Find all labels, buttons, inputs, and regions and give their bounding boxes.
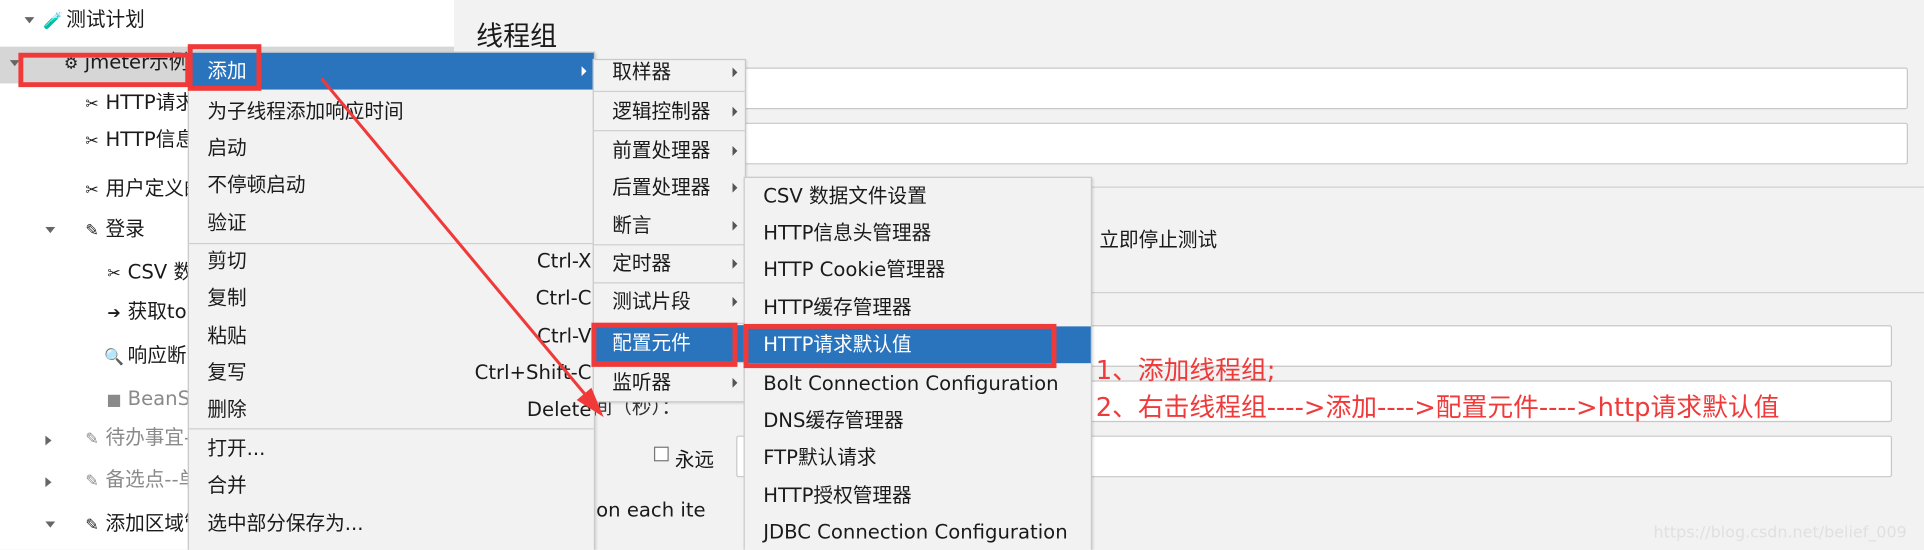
watermark: https://blog.csdn.net/belief_009 — [1653, 523, 1907, 543]
jmeter-window: 🧪 测试计划 ⚙ jmeter示例脚 ✂ HTTP请求 ✂ HTTP信息 ✂ 用户定义的 ✎ 登录 ✂ C… — [0, 0, 1924, 550]
annotation-arrow — [320, 77, 604, 418]
arrow-line — [320, 77, 596, 406]
annotation-step-2: 2、右击线程组---->添加---->配置元件---->http请求默认值 — [1095, 392, 1780, 423]
arrow-head — [576, 387, 604, 418]
annotation-step-1: 1、添加线程组; — [1095, 355, 1276, 386]
